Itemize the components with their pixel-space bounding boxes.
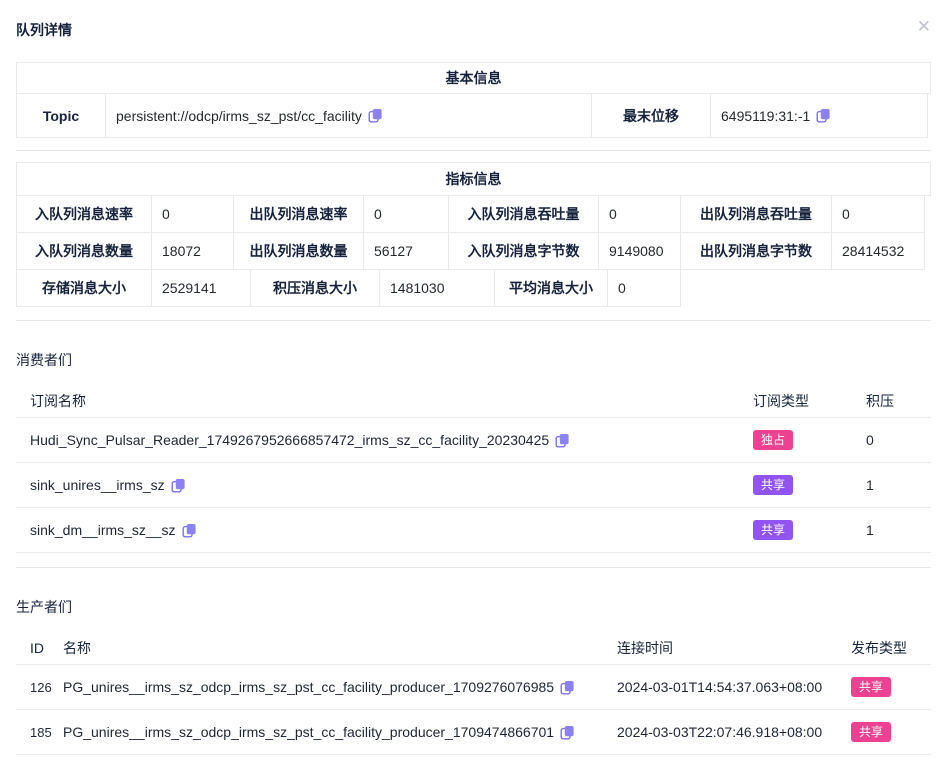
subscription-name: Hudi_Sync_Pulsar_Reader_1749267952666857… [30,432,549,448]
page-title: 队列详情 [16,20,72,40]
backlog-value: 0 [866,432,931,448]
metric-label: 存储消息大小 [16,269,152,307]
metric-value: 0 [598,195,681,233]
subscription-name: sink_dm__irms_sz__sz [30,522,176,538]
copy-icon[interactable] [555,433,570,448]
topic-value: persistent://odcp/irms_sz_pst/cc_facilit… [116,108,362,124]
section-divider [16,567,931,568]
metric-label: 出队列消息吞吐量 [680,195,832,233]
producer-id: 185 [16,725,63,740]
col-subscription-name: 订阅名称 [16,391,753,411]
metric-label: 入队列消息吞吐量 [448,195,599,233]
col-connect-time: 连接时间 [617,638,851,658]
metric-label: 出队列消息速率 [233,195,364,233]
backlog-value: 1 [866,522,931,538]
metric-value: 0 [363,195,449,233]
metrics-header-row: 指标信息 [16,162,931,196]
producer-name: PG_unires__irms_sz_odcp_irms_sz_pst_cc_f… [63,724,554,740]
copy-icon[interactable] [560,725,575,740]
copy-icon[interactable] [171,478,186,493]
producer-id: 126 [16,680,63,695]
basic-info-header-row: 基本信息 [16,62,931,94]
close-icon[interactable]: ✕ [917,18,931,35]
subscription-type-badge: 独占 [753,430,793,450]
metric-label: 积压消息大小 [250,269,380,307]
offset-value: 6495119:31:-1 [721,108,810,124]
metric-label: 入队列消息速率 [16,195,152,233]
producer-connect-time: 2024-03-01T14:54:37.063+08:00 [617,679,851,695]
consumer-row: sink_dm__irms_sz__sz 共享 1 [16,508,931,553]
metric-label: 出队列消息数量 [233,232,364,270]
metric-label: 平均消息大小 [494,269,608,307]
consumers-table: 订阅名称 订阅类型 积压 Hudi_Sync_Pulsar_Reader_174… [16,384,931,553]
metric-value: 28414532 [831,232,925,270]
producer-name: PG_unires__irms_sz_odcp_irms_sz_pst_cc_f… [63,679,554,695]
metric-label: 出队列消息字节数 [680,232,832,270]
metrics-row-2: 入队列消息数量 18072 出队列消息数量 56127 入队列消息字节数 914… [16,232,931,270]
metric-value: 9149080 [598,232,681,270]
metric-value: 0 [831,195,925,233]
publish-type-badge: 共享 [851,722,891,742]
publish-type-badge: 共享 [851,677,891,697]
basic-info-table: 基本信息 Topic persistent://odcp/irms_sz_pst… [16,62,931,138]
metrics-header: 指标信息 [16,162,931,196]
producers-table-header: ID 名称 连接时间 发布类型 [16,631,931,665]
section-divider [16,150,931,151]
basic-info-header: 基本信息 [16,62,931,94]
subscription-name: sink_unires__irms_sz [30,477,165,493]
col-backlog: 积压 [866,391,931,411]
copy-icon[interactable] [368,108,383,123]
col-publish-type: 发布类型 [851,638,931,658]
topic-value-cell: persistent://odcp/irms_sz_pst/cc_facilit… [105,93,592,138]
metrics-row-1: 入队列消息速率 0 出队列消息速率 0 入队列消息吞吐量 0 出队列消息吞吐量 … [16,195,931,233]
producer-row: 185 PG_unires__irms_sz_odcp_irms_sz_pst_… [16,710,931,755]
metric-value: 0 [151,195,234,233]
producers-section-title: 生产者们 [16,597,931,617]
consumer-row: sink_unires__irms_sz 共享 1 [16,463,931,508]
consumers-section-title: 消费者们 [16,350,931,370]
consumer-row: Hudi_Sync_Pulsar_Reader_1749267952666857… [16,418,931,463]
metric-label: 入队列消息数量 [16,232,152,270]
copy-icon[interactable] [182,523,197,538]
offset-value-cell: 6495119:31:-1 [710,93,928,138]
offset-label: 最末位移 [591,93,711,138]
subscription-type-badge: 共享 [753,475,793,495]
col-subscription-type: 订阅类型 [753,391,866,411]
backlog-value: 1 [866,477,931,493]
col-name: 名称 [63,638,617,658]
metric-value: 56127 [363,232,449,270]
basic-info-data-row: Topic persistent://odcp/irms_sz_pst/cc_f… [16,93,931,138]
queue-detail-panel: 队列详情 ✕ 基本信息 Topic persistent://odcp/irms… [0,0,947,755]
metrics-row-3: 存储消息大小 2529141 积压消息大小 1481030 平均消息大小 0 [16,269,931,307]
section-divider [16,320,931,321]
metric-value: 2529141 [151,269,251,307]
metric-value: 1481030 [379,269,495,307]
drawer-header: 队列详情 ✕ [16,0,931,40]
consumers-table-header: 订阅名称 订阅类型 积压 [16,384,931,418]
copy-icon[interactable] [560,680,575,695]
metric-value: 0 [607,269,681,307]
subscription-type-badge: 共享 [753,520,793,540]
topic-label: Topic [16,93,106,138]
metrics-table: 指标信息 入队列消息速率 0 出队列消息速率 0 入队列消息吞吐量 0 出队列消… [16,162,931,307]
metric-value: 18072 [151,232,234,270]
copy-icon[interactable] [816,108,831,123]
producer-row: 126 PG_unires__irms_sz_odcp_irms_sz_pst_… [16,665,931,710]
producer-connect-time: 2024-03-03T22:07:46.918+08:00 [617,724,851,740]
producers-table: ID 名称 连接时间 发布类型 126 PG_unires__irms_sz_o… [16,631,931,755]
metric-label: 入队列消息字节数 [448,232,599,270]
col-id: ID [16,640,63,656]
